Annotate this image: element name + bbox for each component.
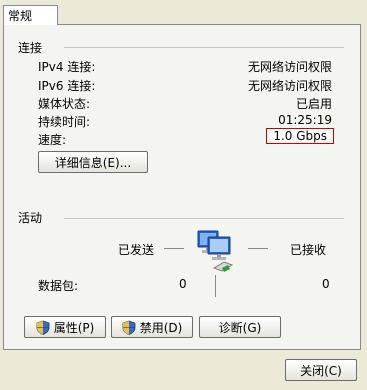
tab-general[interactable]: 常规: [3, 5, 58, 25]
general-panel: 连接 IPv4 连接: 无网络访问权限 IPv6 连接: 无网络访问权限 媒体状…: [3, 24, 361, 350]
details-button[interactable]: 详细信息(E)...: [38, 151, 148, 173]
properties-button-label: 属性(P): [53, 320, 95, 335]
diagnose-button[interactable]: 诊断(G): [199, 316, 281, 338]
network-line: [215, 275, 216, 297]
ipv6-label: IPv6 连接:: [38, 79, 96, 93]
media-state-label: 媒体状态:: [38, 97, 91, 111]
packets-label: 数据包:: [38, 279, 79, 293]
speed-label: 速度:: [38, 133, 67, 147]
packets-received-value: 0: [322, 277, 330, 291]
shield-icon: [36, 320, 50, 335]
duration-value: 01:25:19: [278, 113, 332, 127]
shield-icon: [122, 320, 136, 335]
connection-group-title: 连接: [18, 39, 49, 56]
activity-group-title: 活动: [18, 209, 49, 226]
disable-button[interactable]: 禁用(D): [111, 316, 193, 338]
network-computers-icon: [192, 228, 236, 278]
activity-group-divider: [64, 218, 344, 219]
disable-button-label: 禁用(D): [139, 320, 183, 335]
duration-label: 持续时间:: [38, 115, 91, 129]
speed-value: 1.0 Gbps: [266, 128, 334, 144]
connection-group-divider: [64, 47, 344, 48]
properties-button[interactable]: 属性(P): [24, 316, 106, 338]
media-state-value: 已启用: [295, 97, 332, 111]
tab-general-label: 常规: [8, 9, 33, 23]
sent-line: [164, 248, 184, 249]
ipv6-value: 无网络访问权限: [247, 79, 332, 93]
packets-sent-value: 0: [179, 277, 187, 291]
ipv4-value: 无网络访问权限: [247, 60, 332, 74]
received-label: 已接收: [290, 243, 327, 257]
ipv4-label: IPv4 连接:: [38, 60, 96, 74]
close-button[interactable]: 关闭(C): [285, 359, 357, 381]
received-line: [248, 248, 268, 249]
sent-label: 已发送: [118, 243, 155, 257]
